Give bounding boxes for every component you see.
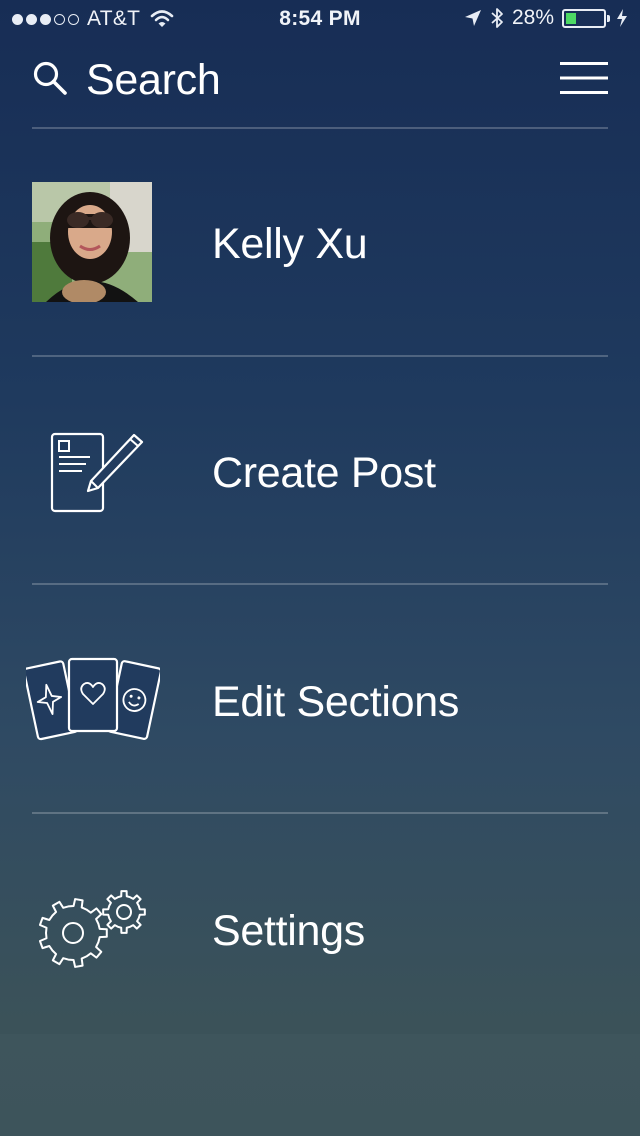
cards-icon: [26, 657, 160, 741]
status-right: 28%: [464, 6, 628, 30]
status-bar: AT&T 8:54 PM 28%: [0, 0, 640, 40]
menu-icon[interactable]: [560, 60, 608, 96]
search-icon[interactable]: [32, 60, 68, 96]
gear-hub: [62, 922, 84, 944]
battery-level: [566, 12, 576, 24]
divider: [32, 127, 608, 129]
divider: [32, 355, 608, 357]
profile-name[interactable]: Kelly Xu: [212, 218, 368, 270]
gear-hub: [116, 904, 132, 920]
location-arrow-icon: [464, 10, 481, 26]
gears-icon: [38, 890, 146, 968]
edit-sections-label[interactable]: Edit Sections: [212, 676, 459, 728]
divider: [32, 583, 608, 585]
charging-bolt-icon: [617, 9, 627, 27]
search-bar[interactable]: Search: [32, 52, 608, 108]
avatar[interactable]: [32, 182, 152, 302]
battery-percent: 28%: [511, 6, 554, 29]
create-post-label[interactable]: Create Post: [212, 447, 436, 499]
gear-outline: [102, 890, 146, 934]
settings-label[interactable]: Settings: [212, 905, 365, 957]
create-post-icon: [50, 432, 144, 513]
gear-outline: [38, 898, 108, 968]
bluetooth-icon: [491, 8, 503, 28]
battery-icon: [562, 8, 610, 28]
search-label[interactable]: Search: [86, 54, 221, 106]
bottom-area: [0, 1034, 640, 1136]
divider: [32, 812, 608, 814]
